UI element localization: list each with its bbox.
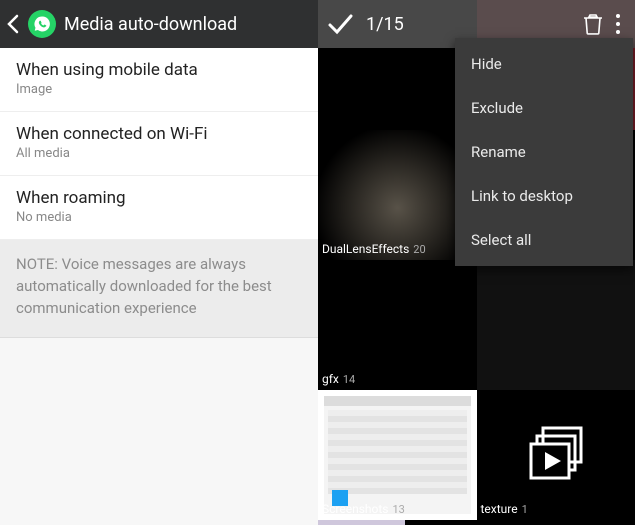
- setting-title: When using mobile data: [16, 60, 302, 80]
- menu-exclude[interactable]: Exclude: [455, 86, 633, 130]
- overflow-menu: Hide Exclude Rename Link to desktop Sele…: [455, 38, 633, 266]
- setting-roaming[interactable]: When roaming No media: [0, 176, 318, 240]
- check-icon[interactable]: [326, 10, 354, 38]
- album-count: 14: [343, 373, 355, 386]
- album-screenshots[interactable]: Screenshots 13: [318, 390, 477, 520]
- album-label: texture: [481, 502, 518, 516]
- setting-wifi[interactable]: When connected on Wi-Fi All media: [0, 112, 318, 176]
- album-whatsapp-images[interactable]: WhatsApp Images1: [318, 520, 477, 525]
- menu-link-desktop[interactable]: Link to desktop: [455, 174, 633, 218]
- album-label: DualLensEffects: [322, 242, 409, 256]
- whatsapp-logo-icon[interactable]: [28, 10, 56, 38]
- selection-counter: 1/15: [366, 14, 583, 35]
- album-blank[interactable]: [477, 260, 635, 390]
- menu-select-all[interactable]: Select all: [455, 218, 633, 262]
- album-duallenseffects[interactable]: DualLensEffects 20: [318, 130, 477, 260]
- setting-title: When connected on Wi-Fi: [16, 124, 302, 144]
- setting-subtitle: All media: [16, 146, 302, 161]
- album-gfx[interactable]: gfx 14: [318, 260, 477, 390]
- album-count: 13: [392, 503, 404, 516]
- setting-mobile-data[interactable]: When using mobile data Image: [0, 48, 318, 112]
- album-count: 20: [413, 243, 425, 256]
- settings-header: Media auto-download: [0, 0, 318, 48]
- menu-hide[interactable]: Hide: [455, 42, 633, 86]
- album-label: Screenshots: [322, 502, 388, 516]
- album-texture[interactable]: texture 1: [477, 390, 635, 520]
- trash-icon[interactable]: [583, 13, 603, 35]
- album-label: gfx: [322, 372, 339, 386]
- setting-title: When roaming: [16, 188, 302, 208]
- settings-title: Media auto-download: [64, 14, 237, 35]
- settings-footer-note: NOTE: Voice messages are always automati…: [0, 240, 318, 338]
- album-count: 1: [522, 503, 528, 516]
- play-stack-icon: [477, 390, 635, 520]
- more-vertical-icon[interactable]: [609, 13, 627, 35]
- settings-list: When using mobile data Image When connec…: [0, 48, 318, 240]
- setting-subtitle: No media: [16, 210, 302, 225]
- chevron-left-icon[interactable]: [6, 14, 20, 34]
- gallery-selection-pane: RADIO ROMAN DualLensEffects20 gfx14 Scre…: [318, 0, 635, 525]
- menu-rename[interactable]: Rename: [455, 130, 633, 174]
- setting-subtitle: Image: [16, 82, 302, 97]
- whatsapp-settings-pane: Media auto-download When using mobile da…: [0, 0, 318, 525]
